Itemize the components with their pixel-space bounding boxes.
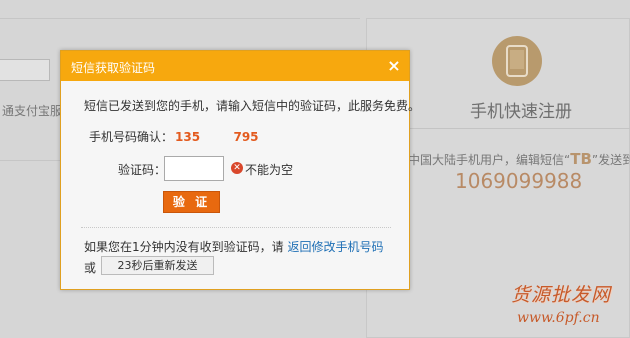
background-divider [0,160,60,161]
watermark: 货源批发网 www.6pf.cn [511,280,630,338]
sms-hint-prefix: 中国大陆手机用户，编辑短信“ [408,153,571,167]
verify-button[interactable]: 验 证 [163,191,220,213]
phone-number-value: 135 795 [175,130,259,144]
resend-hint: 如果您在1分钟内没有收到验证码，请 返回修改手机号码 [84,238,383,255]
code-label: 验证码： [118,163,167,177]
error-message: 不能为空 [245,163,294,177]
dialog-title: 短信获取验证码 [71,61,156,75]
sms-hint: 中国大陆手机用户，编辑短信“TB”发送到： [408,150,630,168]
dialog-divider [81,227,391,228]
dialog-header: 短信获取验证码 × [61,51,409,81]
watermark-url: www.6pf.cn [517,310,600,326]
close-icon[interactable]: × [385,56,403,76]
or-label: 或 [84,261,97,275]
verification-code-input[interactable] [164,156,224,181]
sms-number: 1069099988 [455,169,583,193]
watermark-logo-text: 货源批发网 [511,284,612,306]
error-icon: ✕ [231,162,243,174]
sms-sent-notice: 短信已发送到您的手机，请输入短信中的验证码，此服务免费。 [84,99,421,113]
mobile-phone-icon-screen [510,50,524,69]
background-divider [0,18,360,19]
sms-verify-dialog: 短信获取验证码 × 短信已发送到您的手机，请输入短信中的验证码，此服务免费。 手… [60,50,420,290]
sms-hint-suffix: ”发送到： [591,153,630,167]
background-input [0,59,50,81]
change-phone-link[interactable]: 返回修改手机号码 [287,240,383,254]
resend-hint-text: 如果您在1分钟内没有收到验证码，请 [84,240,288,254]
resend-button[interactable]: 23秒后重新发送 [101,256,214,275]
phone-confirm-label: 手机号码确认： [89,130,174,144]
sms-keyword: TB [570,150,592,168]
register-title: 手机快速注册 [470,102,572,122]
phone-confirm-row: 手机号码确认： 135 795 [89,128,259,145]
